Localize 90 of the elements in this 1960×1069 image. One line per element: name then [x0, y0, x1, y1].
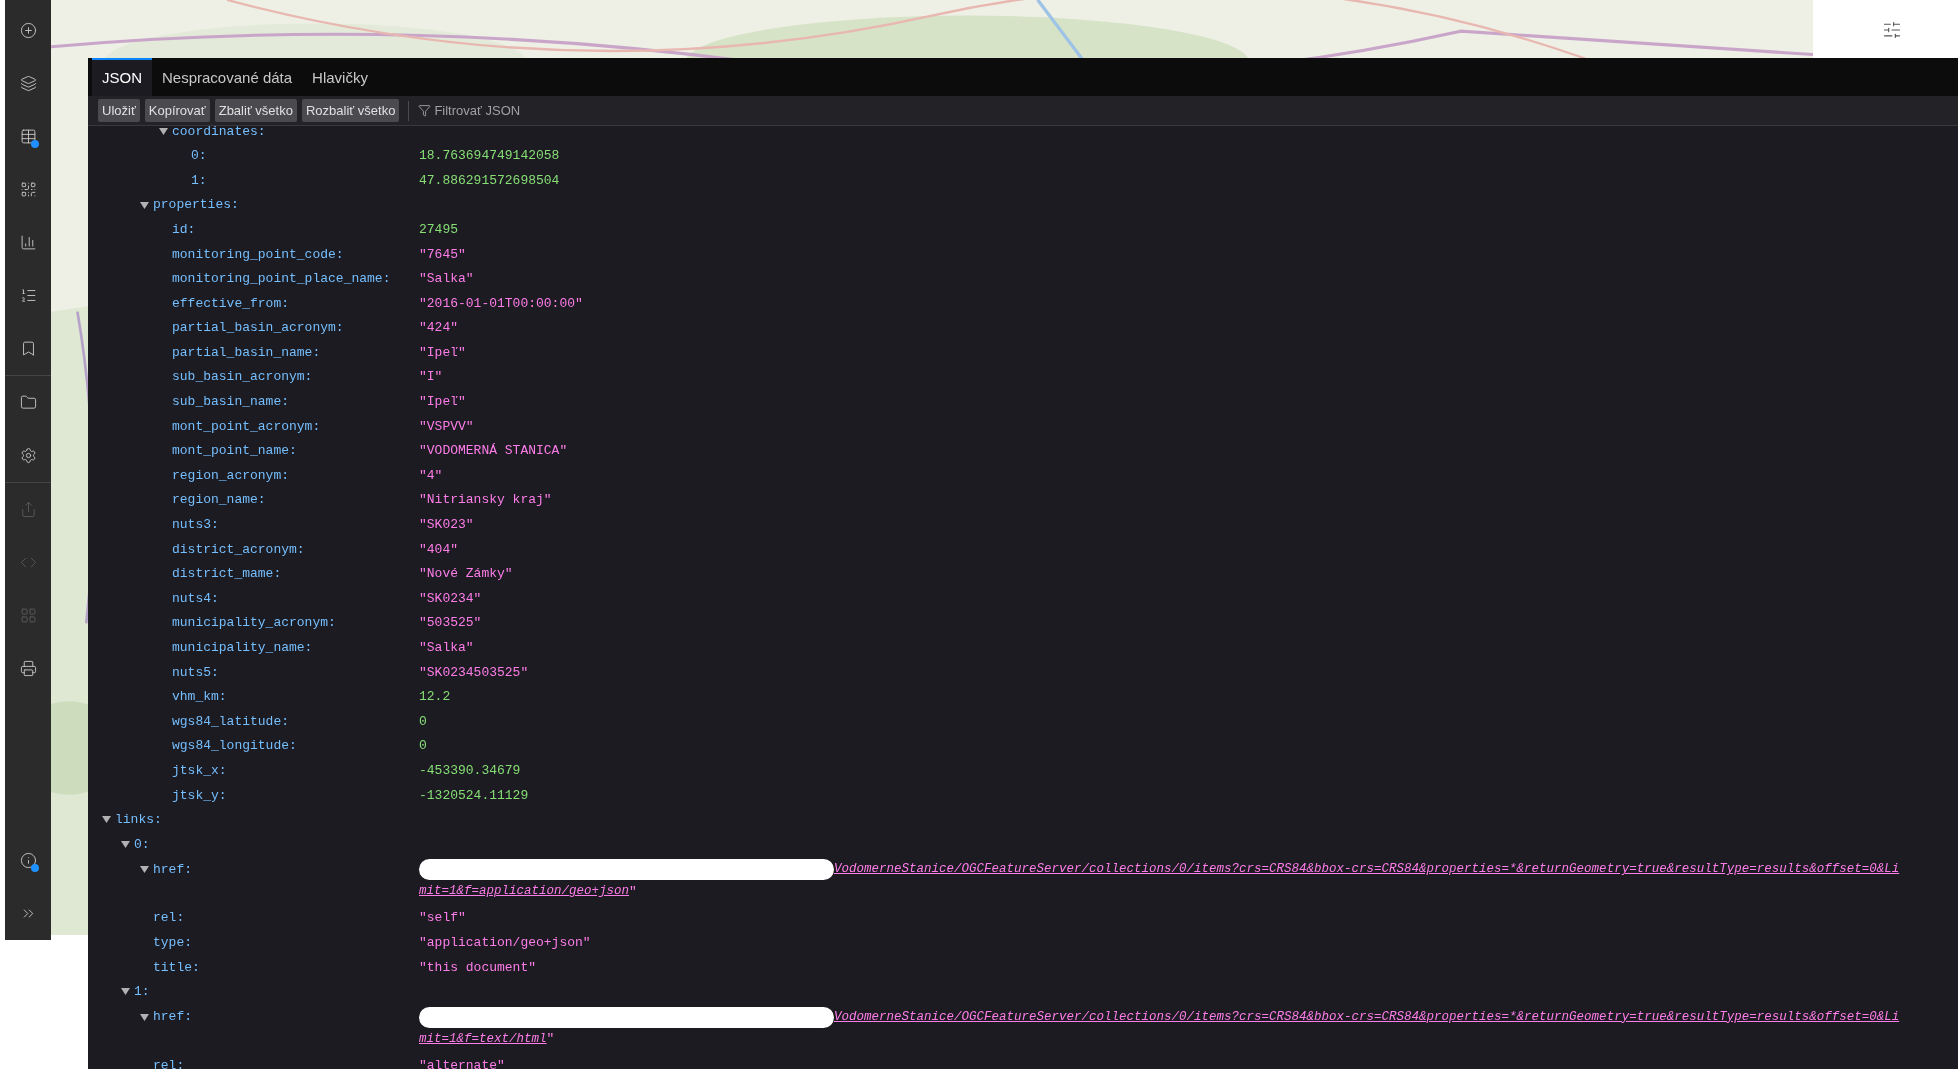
json-key: partial_basin_acronym:: [172, 318, 344, 338]
json-value: 0: [419, 712, 427, 731]
json-link[interactable]: mit=1&f=text/html: [419, 1029, 547, 1049]
info-icon: [19, 852, 37, 869]
json-key: sub_basin_name:: [172, 392, 290, 412]
json-value: "2016-01-01T00:00:00": [419, 294, 583, 313]
json-key: jtsk_y:: [172, 785, 227, 806]
json-value: -453390.34679: [419, 762, 521, 780]
json-key: nuts3:: [172, 515, 219, 535]
json-value: "Salka": [419, 639, 474, 657]
json-value: 27495: [419, 220, 458, 239]
json-key: sub_basin_acronym:: [172, 367, 313, 387]
json-key: href:: [153, 1007, 192, 1027]
json-key: effective_from:: [172, 293, 290, 314]
json-key: properties:: [153, 195, 239, 215]
json-value: "self": [419, 909, 466, 928]
json-value: "7645": [419, 245, 466, 264]
json-key: region_acronym:: [172, 465, 290, 486]
json-key: wgs84_longitude:: [172, 736, 297, 756]
json-key: partial_basin_name:: [172, 342, 321, 363]
json-value: "VODOMERNÁ STANICA": [419, 442, 568, 461]
json-value: "I": [419, 368, 443, 387]
json-value: "Salka": [419, 270, 474, 289]
json-key: jtsk_x:: [172, 761, 227, 781]
json-key: 1:: [134, 982, 150, 1002]
expand-toggle[interactable]: [121, 988, 130, 996]
tab[interactable]: Nespracované dáta: [152, 58, 303, 96]
json-link[interactable]: mit=1&f=application/geo+json: [419, 882, 630, 902]
quote-mark: ": [546, 1030, 555, 1049]
json-key: 0:: [134, 834, 150, 855]
toolbar-button[interactable]: Rozbaliť všetko: [301, 99, 400, 122]
json-value: "Nitriansky kraj": [419, 491, 552, 510]
json-key: coordinates:: [172, 126, 266, 142]
json-value: "alternate": [419, 1056, 505, 1069]
filter-icon: [418, 104, 432, 117]
json-key: municipality_acronym:: [172, 613, 336, 633]
sliders-icon[interactable]: [1881, 20, 1902, 40]
json-value: "SK0234503525": [419, 663, 529, 682]
tab[interactable]: Hlavičky: [302, 58, 378, 96]
json-key: rel:: [153, 908, 185, 928]
expand-toggle[interactable]: [140, 866, 149, 874]
json-value: 47.886291572698504: [419, 171, 560, 190]
json-link[interactable]: VodomerneStanice/OGCFeatureServer/collections/0/items?crs=CRS84&bbox-crs=CRS84&properties=*&returnGeometry=true&resultType=results&offset=0&Li: [834, 1007, 1900, 1027]
json-key: municipality_name:: [172, 638, 313, 658]
expand-toggle[interactable]: [102, 816, 111, 824]
tab[interactable]: JSON: [92, 58, 152, 96]
json-value: 12.2: [419, 688, 451, 707]
json-value: "404": [419, 540, 458, 559]
json-key: title:: [153, 957, 200, 978]
json-value: -1320524.11129: [419, 786, 529, 805]
expand-toggle[interactable]: [140, 1013, 149, 1021]
json-value: "this document": [419, 958, 537, 977]
json-key: district_mame:: [172, 564, 282, 584]
json-key: nuts4:: [172, 588, 219, 609]
json-key: 1:: [191, 170, 207, 191]
expand-toggle[interactable]: [121, 841, 130, 848]
filter-field[interactable]: Filtrovať JSON: [434, 100, 595, 121]
json-key: href:: [153, 860, 192, 880]
json-key: rel:: [153, 1055, 185, 1069]
json-key: id:: [172, 219, 196, 240]
toolbar-button[interactable]: Uložiť: [98, 99, 140, 122]
json-key: type:: [153, 932, 192, 953]
json-key: mont_point_name:: [172, 441, 297, 461]
json-value: "application/geo+json": [419, 933, 591, 952]
json-value: "Ipeľ": [419, 343, 466, 362]
json-value: "Nové Zámky": [419, 565, 513, 584]
json-key: mont_point_acronym:: [172, 416, 321, 437]
json-value: "VSPVV": [419, 417, 474, 436]
json-value: 18.763694749142058: [419, 147, 560, 166]
json-key: 0:: [191, 146, 207, 166]
json-key: links:: [115, 810, 162, 830]
json-key: wgs84_latitude:: [172, 711, 290, 732]
toolbar-button[interactable]: Kopírovať: [144, 99, 210, 122]
json-value: "SK0234": [419, 589, 482, 608]
json-key: monitoring_point_place_name:: [172, 269, 391, 289]
json-key: monitoring_point_code:: [172, 244, 344, 264]
json-key: region_name:: [172, 490, 266, 510]
json-key: nuts5:: [172, 662, 219, 683]
json-link[interactable]: VodomerneStanice/OGCFeatureServer/collections/0/items?crs=CRS84&bbox-crs=CRS84&properties=*&returnGeometry=true&resultType=results&offset=0&Li: [834, 860, 1900, 880]
json-value: "SK023": [419, 516, 474, 535]
json-key: district_acronym:: [172, 539, 305, 560]
json-value: "4": [419, 466, 443, 485]
json-value: "424": [419, 319, 458, 338]
json-value: "503525": [419, 614, 482, 633]
json-value: 0: [419, 737, 427, 756]
quote-mark: ": [629, 883, 637, 902]
expand-toggle[interactable]: [140, 201, 149, 209]
json-key: vhm_km:: [172, 687, 227, 707]
toolbar-button[interactable]: Zbaliť všetko: [214, 99, 297, 122]
json-value: "Ipeľ": [419, 393, 466, 412]
